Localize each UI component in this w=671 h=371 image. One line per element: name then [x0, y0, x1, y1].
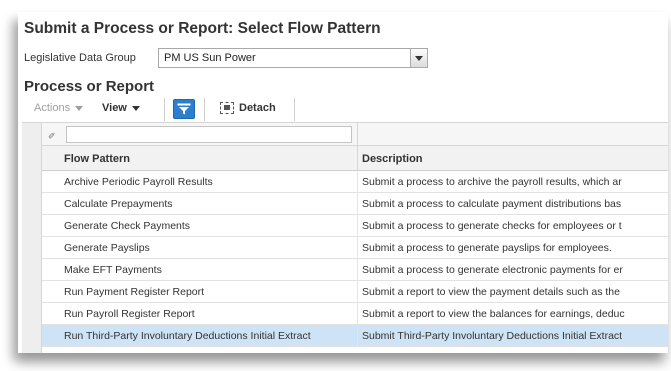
- filter-icon: [177, 103, 191, 115]
- description-cell: Submit a report to view the payment deta…: [362, 286, 620, 298]
- toolbar-divider: [164, 98, 165, 121]
- section-title: Process or Report: [24, 78, 155, 95]
- flow-pattern-cell[interactable]: Generate Check Payments: [64, 220, 190, 232]
- toolbar-divider: [204, 98, 205, 121]
- column-divider: [357, 281, 358, 302]
- description-cell: Submit a process to calculate payment di…: [362, 198, 622, 210]
- table-row[interactable]: Run Payment Register Report Submit a repo…: [42, 281, 668, 303]
- actions-menu-label: Actions: [34, 102, 71, 114]
- view-menu-label: View: [102, 102, 127, 114]
- view-menu[interactable]: View: [102, 102, 140, 114]
- table-toolbar: Actions View Detach: [18, 96, 668, 123]
- description-cell: Submit a process to generate electronic …: [362, 264, 623, 276]
- flow-pattern-cell[interactable]: Run Payroll Register Report: [64, 308, 195, 320]
- detach-label: Detach: [239, 102, 276, 114]
- legislative-data-group-value: PM US Sun Power: [164, 52, 256, 64]
- row-header-column: [22, 123, 42, 353]
- legislative-data-group-select[interactable]: PM US Sun Power: [158, 48, 428, 68]
- column-divider: [357, 193, 358, 214]
- column-header-description[interactable]: Description: [362, 153, 423, 165]
- column-header-flow-pattern[interactable]: Flow Pattern: [64, 153, 130, 165]
- table-row[interactable]: Generate Payslips Submit a process to gen…: [42, 237, 668, 259]
- table-row[interactable]: Calculate Prepayments Submit a process to…: [42, 193, 668, 215]
- column-divider: [357, 171, 358, 192]
- detach-icon: [220, 102, 234, 114]
- flow-pattern-cell[interactable]: Generate Payslips: [64, 242, 150, 254]
- column-divider: [357, 237, 358, 258]
- description-cell: Submit a report to view the balances for…: [362, 308, 625, 320]
- column-divider: [357, 325, 358, 346]
- flow-pattern-filter-input[interactable]: [66, 126, 352, 143]
- description-cell: Submit a process to generate payslips fo…: [362, 242, 612, 254]
- app-window: Submit a Process or Report: Select Flow …: [18, 12, 668, 353]
- table-row[interactable]: Run Third-Party Involuntary Deductions I…: [42, 325, 668, 347]
- description-cell: Submit a process to archive the payroll …: [362, 176, 622, 188]
- column-divider[interactable]: [357, 146, 358, 171]
- column-divider: [357, 123, 358, 146]
- table-body: Archive Periodic Payroll Results Submit a…: [42, 171, 668, 347]
- clear-filter-icon[interactable]: ✐: [48, 131, 56, 142]
- description-cell: Submit Third-Party Involuntary Deduction…: [362, 330, 623, 342]
- chevron-down-icon: [75, 105, 84, 111]
- flow-pattern-cell[interactable]: Run Third-Party Involuntary Deductions I…: [64, 330, 311, 342]
- chevron-down-icon: [131, 105, 140, 111]
- column-divider: [357, 259, 358, 280]
- process-table: ✐ Flow Pattern Description Archive Perio…: [22, 122, 668, 353]
- column-divider: [357, 303, 358, 324]
- detach-button[interactable]: Detach: [220, 102, 276, 114]
- description-cell: Submit a process to generate checks for …: [362, 220, 622, 232]
- flow-pattern-cell[interactable]: Archive Periodic Payroll Results: [64, 176, 213, 188]
- flow-pattern-cell[interactable]: Calculate Prepayments: [64, 198, 173, 210]
- flow-pattern-cell[interactable]: Make EFT Payments: [64, 264, 162, 276]
- query-by-example-button[interactable]: [173, 99, 195, 119]
- page-title: Submit a Process or Report: Select Flow …: [24, 20, 381, 37]
- column-divider: [357, 215, 358, 236]
- toolbar-divider: [294, 98, 295, 121]
- legislative-data-group-label: Legislative Data Group: [24, 52, 136, 64]
- actions-menu[interactable]: Actions: [34, 102, 84, 114]
- flow-pattern-cell[interactable]: Run Payment Register Report: [64, 286, 204, 298]
- table-row[interactable]: Archive Periodic Payroll Results Submit a…: [42, 171, 668, 193]
- dropdown-arrow-icon[interactable]: [410, 49, 427, 67]
- table-row[interactable]: Make EFT Payments Submit a process to gen…: [42, 259, 668, 281]
- query-by-example-row: ✐: [42, 123, 668, 146]
- table-row[interactable]: Generate Check Payments Submit a process …: [42, 215, 668, 237]
- table-row[interactable]: Run Payroll Register Report Submit a repo…: [42, 303, 668, 325]
- table-header: Flow Pattern Description: [42, 146, 668, 171]
